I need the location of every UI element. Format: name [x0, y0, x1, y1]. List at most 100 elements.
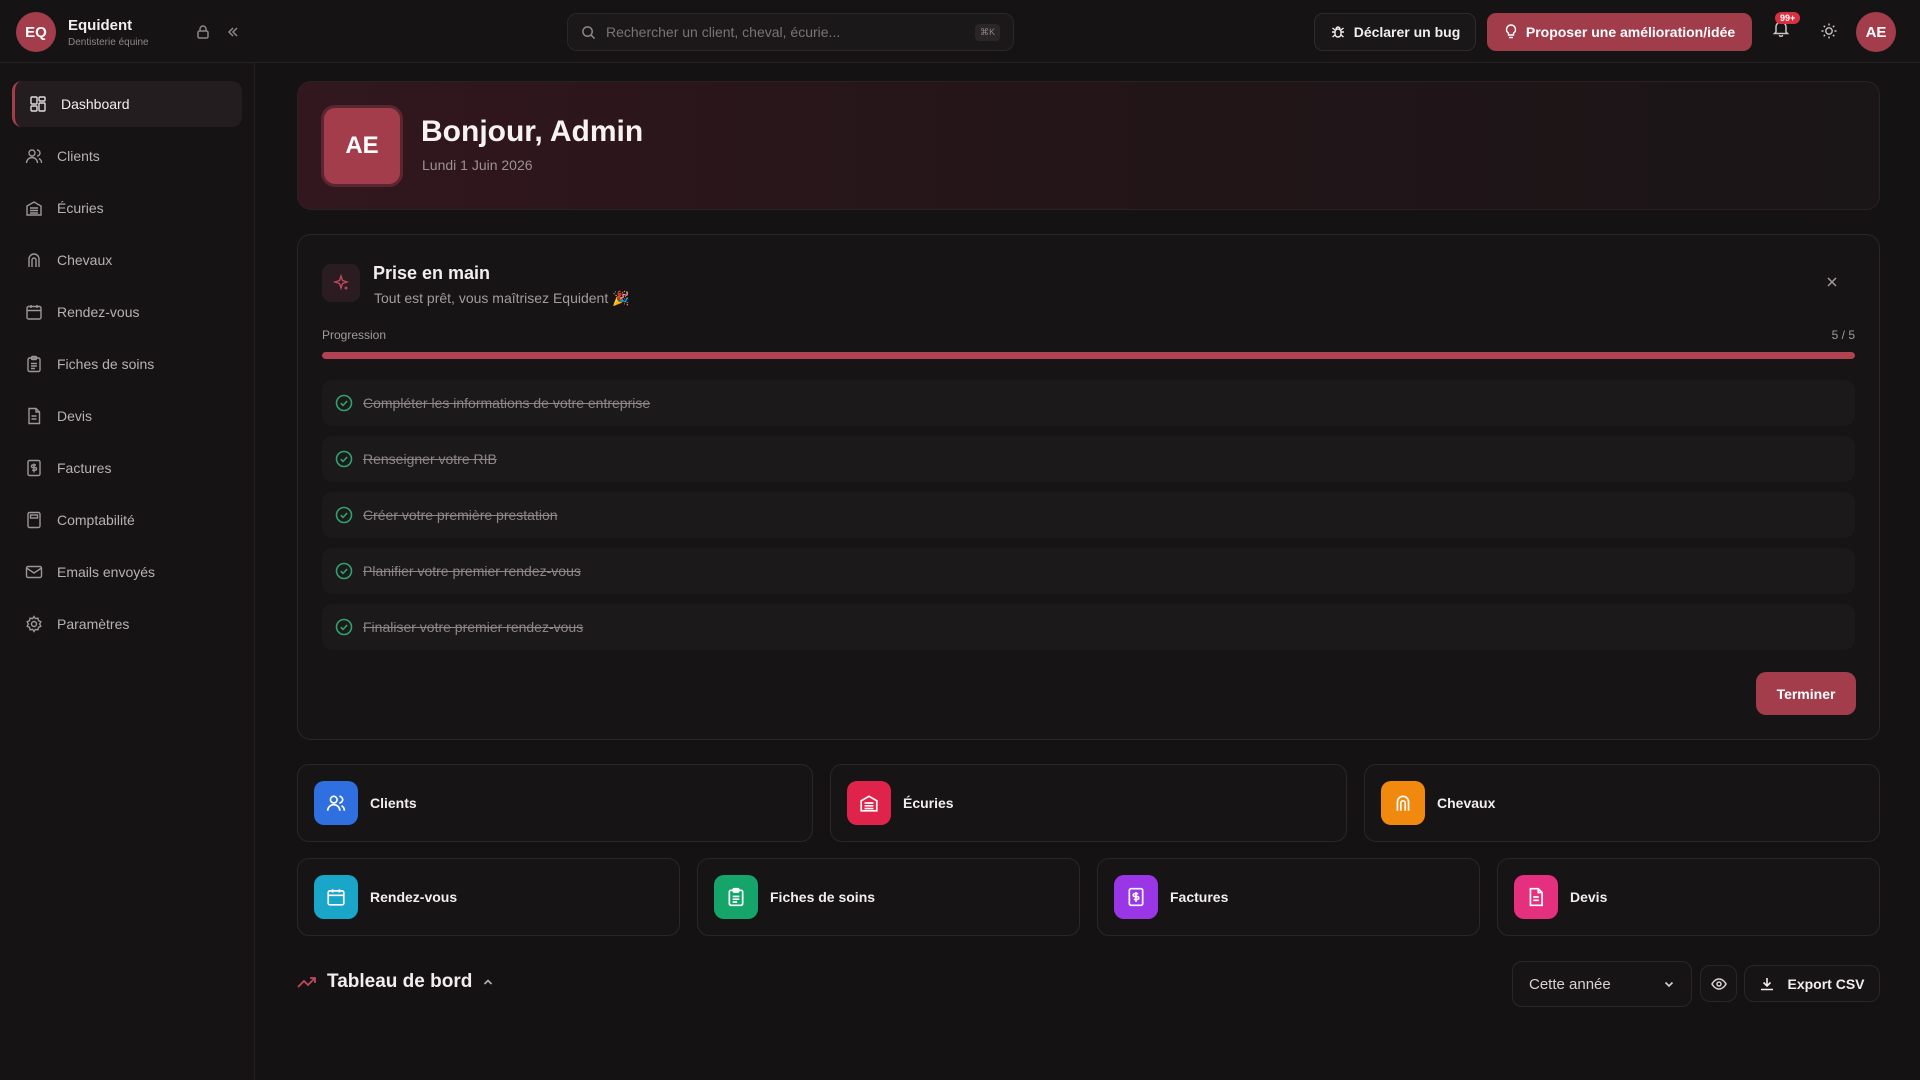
onboarding-card: Prise en main Tout est prêt, vous maîtri…	[297, 234, 1880, 740]
quick-link-factures[interactable]: Factures	[1097, 858, 1480, 936]
sparkles-icon	[322, 264, 360, 302]
onboarding-task[interactable]: Planifier votre premier rendez-vous	[322, 548, 1855, 594]
quick-link-label: Fiches de soins	[770, 889, 876, 905]
sidebar-item-parametres[interactable]: Paramètres	[12, 601, 242, 647]
quick-link-label: Factures	[1170, 889, 1229, 905]
quick-link-label: Rendez-vous	[370, 889, 458, 905]
report-bug-button[interactable]: Déclarer un bug	[1314, 13, 1476, 51]
trending-up-icon	[297, 977, 316, 988]
quick-link-ecuries[interactable]: Écuries	[830, 764, 1347, 842]
task-label: Renseigner votre RIB	[363, 451, 497, 467]
sidebar-item-clients[interactable]: Clients	[12, 133, 242, 179]
lock-icon[interactable]	[196, 24, 210, 40]
sidebar: Dashboard Clients Écuries Chevaux Rendez…	[0, 63, 255, 1080]
sidebar-item-dashboard[interactable]: Dashboard	[12, 81, 242, 127]
sidebar-item-label: Dashboard	[61, 96, 130, 112]
download-icon	[1761, 977, 1774, 990]
quick-link-label: Devis	[1570, 889, 1608, 905]
sidebar-item-label: Clients	[57, 148, 100, 164]
sidebar-item-label: Paramètres	[57, 616, 130, 632]
stable-icon	[26, 201, 42, 216]
quick-link-rendez-vous[interactable]: Rendez-vous	[297, 858, 680, 936]
sidebar-item-fiches-de-soins[interactable]: Fiches de soins	[12, 341, 242, 387]
sidebar-item-ecuries[interactable]: Écuries	[12, 185, 242, 231]
calendar-icon	[26, 305, 42, 320]
check-circle-icon	[335, 618, 353, 636]
onboarding-task[interactable]: Renseigner votre RIB	[322, 436, 1855, 482]
brand[interactable]: EQ Equident Dentisterie équine	[16, 12, 149, 52]
top-bar: EQ Equident Dentisterie équine Recherche…	[0, 0, 1920, 63]
task-label: Créer votre première prestation	[363, 507, 558, 523]
period-select[interactable]: Cette année	[1512, 961, 1692, 1007]
dashboard-section-header[interactable]: Tableau de bord	[297, 971, 494, 993]
task-label: Finaliser votre premier rendez-vous	[363, 619, 584, 635]
settings-icon	[26, 615, 42, 633]
export-csv-button[interactable]: Export CSV	[1744, 965, 1880, 1002]
check-circle-icon	[335, 450, 353, 468]
onboarding-subtitle: Tout est prêt, vous maîtrisez Equident 🎉	[374, 290, 630, 306]
brand-logo: EQ	[16, 12, 56, 52]
visibility-toggle-button[interactable]	[1700, 965, 1737, 1002]
search-placeholder: Rechercher un client, cheval, écurie...	[606, 24, 841, 40]
quick-link-label: Chevaux	[1437, 795, 1496, 811]
close-icon[interactable]	[1825, 275, 1839, 289]
sidebar-item-label: Chevaux	[57, 252, 113, 268]
sidebar-item-label: Écuries	[57, 200, 104, 216]
suggest-idea-label: Proposer une amélioration/idée	[1525, 24, 1736, 40]
quick-link-label: Clients	[370, 795, 417, 811]
current-date: Lundi 1 Juin 2026	[422, 157, 533, 173]
onboarding-task[interactable]: Compléter les informations de votre entr…	[322, 380, 1855, 426]
welcome-banner: AE Bonjour, Admin Lundi 1 Juin 2026	[297, 81, 1880, 210]
onboarding-task[interactable]: Finaliser votre premier rendez-vous	[322, 604, 1855, 650]
stable-icon	[847, 781, 891, 825]
sidebar-item-devis[interactable]: Devis	[12, 393, 242, 439]
dashboard-title: Tableau de bord	[327, 971, 473, 992]
quick-link-chevaux[interactable]: Chevaux	[1364, 764, 1880, 842]
users-icon	[314, 781, 358, 825]
sidebar-item-label: Fiches de soins	[57, 356, 155, 372]
quick-link-label: Écuries	[903, 795, 954, 811]
chevron-down-icon	[1664, 981, 1674, 988]
quick-link-fiches-de-soins[interactable]: Fiches de soins	[697, 858, 1080, 936]
brand-name: Equident	[68, 16, 133, 34]
bug-icon	[1331, 26, 1344, 38]
brand-subtitle: Dentisterie équine	[68, 36, 149, 48]
file-icon	[28, 407, 41, 425]
collapse-sidebar-icon[interactable]	[226, 25, 240, 39]
invoice-icon	[27, 459, 41, 477]
check-circle-icon	[335, 394, 353, 412]
lightbulb-icon	[1505, 24, 1516, 39]
clipboard-icon	[714, 875, 758, 919]
period-select-value: Cette année	[1529, 975, 1611, 993]
eye-icon	[1710, 977, 1727, 990]
sidebar-item-factures[interactable]: Factures	[12, 445, 242, 491]
file-icon	[1514, 875, 1558, 919]
onboarding-task[interactable]: Créer votre première prestation	[322, 492, 1855, 538]
clipboard-icon	[27, 355, 41, 373]
quick-link-clients[interactable]: Clients	[297, 764, 813, 842]
sidebar-item-chevaux[interactable]: Chevaux	[12, 237, 242, 283]
dashboard-icon	[30, 96, 46, 112]
horseshoe-icon	[1381, 781, 1425, 825]
suggest-idea-button[interactable]: Proposer une amélioration/idée	[1487, 13, 1752, 51]
sidebar-item-label: Emails envoyés	[57, 564, 156, 580]
quick-link-devis[interactable]: Devis	[1497, 858, 1880, 936]
sidebar-item-emails-envoyes[interactable]: Emails envoyés	[12, 549, 242, 595]
sidebar-item-label: Factures	[57, 460, 112, 476]
progress-label: Progression	[322, 328, 387, 342]
user-avatar[interactable]: AE	[1856, 12, 1896, 52]
users-icon	[25, 149, 43, 164]
search-input[interactable]: Rechercher un client, cheval, écurie... …	[567, 13, 1014, 51]
sidebar-item-comptabilite[interactable]: Comptabilité	[12, 497, 242, 543]
finish-button[interactable]: Terminer	[1756, 672, 1856, 715]
sidebar-item-label: Comptabilité	[57, 512, 135, 528]
check-circle-icon	[335, 562, 353, 580]
page-title: Bonjour, Admin	[421, 115, 644, 148]
calendar-icon	[314, 875, 358, 919]
search-icon	[582, 25, 596, 39]
progress-count: 5 / 5	[1831, 328, 1855, 342]
notification-badge: 99+	[1775, 12, 1801, 24]
progress-fill	[322, 352, 1855, 359]
theme-toggle-icon[interactable]	[1820, 22, 1838, 40]
sidebar-item-rendez-vous[interactable]: Rendez-vous	[12, 289, 242, 335]
